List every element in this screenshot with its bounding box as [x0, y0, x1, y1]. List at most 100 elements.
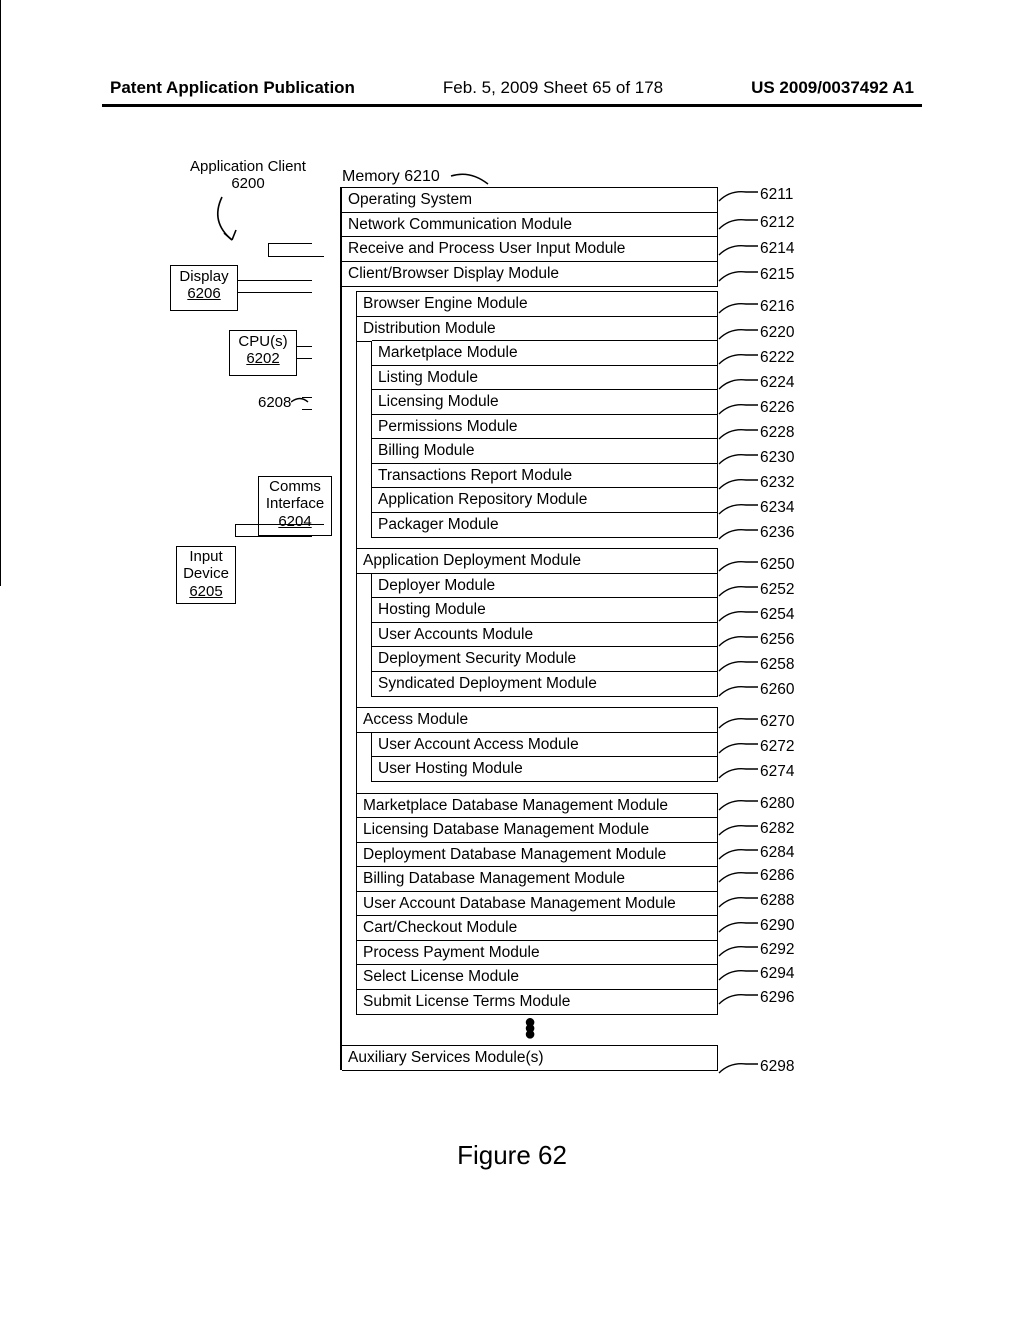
row-payment: Process Payment Module [357, 940, 718, 966]
row-lic-db: Licensing Database Management Module [357, 817, 718, 843]
row-userinput: Receive and Process User Input Module [342, 236, 718, 262]
ref-r6220: 6220 [760, 324, 794, 342]
ref-r6290: 6290 [760, 917, 794, 935]
header-center: Feb. 5, 2009 Sheet 65 of 178 [443, 78, 663, 98]
ref-r6252: 6252 [760, 581, 794, 599]
row-bill-db: Billing Database Management Module [357, 866, 718, 892]
ref-r6228: 6228 [760, 424, 794, 442]
row-distribution: Distribution Module [357, 316, 718, 342]
row-client-browser: Client/Browser Display Module [342, 261, 718, 287]
ref-r6272: 6272 [760, 738, 794, 756]
row-app-repo: Application Repository Module [372, 487, 718, 513]
display-label: Display [179, 268, 228, 285]
cpu-label: CPU(s) [238, 333, 287, 350]
ref-r6211: 6211 [760, 186, 793, 204]
ref-r6222: 6222 [760, 349, 794, 367]
bus-line [268, 243, 269, 256]
ref-r6258: 6258 [760, 656, 794, 674]
cpu-num: 6202 [246, 350, 279, 367]
ref-r6270: 6270 [760, 713, 794, 731]
bus-line [235, 524, 236, 536]
row-user-db: User Account Database Management Module [357, 891, 718, 917]
comms-num: 6204 [278, 513, 311, 530]
ref-r6230: 6230 [760, 449, 794, 467]
row-aux: Auxiliary Services Module(s) [342, 1045, 718, 1071]
connector [237, 280, 312, 281]
row-packager: Packager Module [372, 512, 718, 538]
header-rule [102, 104, 922, 107]
row-cart: Cart/Checkout Module [357, 915, 718, 941]
ref-r6298: 6298 [760, 1058, 794, 1076]
ref-r6226: 6226 [760, 399, 794, 417]
header-right: US 2009/0037492 A1 [751, 78, 914, 98]
ref-r6288: 6288 [760, 892, 794, 910]
input-num: 6205 [189, 583, 222, 600]
row-listing: Listing Module [372, 365, 718, 391]
row-deployer: Deployer Module [372, 573, 718, 599]
figure-caption: Figure 62 [0, 1140, 1024, 1171]
connector [296, 358, 312, 359]
input-l1: Input [189, 548, 222, 565]
ref-r6260: 6260 [760, 681, 794, 699]
connector [296, 346, 312, 347]
ref-r6214: 6214 [760, 240, 794, 258]
ref-r6296: 6296 [760, 989, 794, 1007]
row-permissions: Permissions Module [372, 414, 718, 440]
row-access: Access Module [357, 707, 718, 733]
bus-line [235, 524, 324, 525]
cpu-box: CPU(s) 6202 [229, 330, 297, 376]
bus-line [268, 256, 324, 257]
ref-r6232: 6232 [760, 474, 794, 492]
row-hosting: Hosting Module [372, 597, 718, 623]
row-transactions: Transactions Report Module [372, 463, 718, 489]
row-mkt-db: Marketplace Database Management Module [357, 793, 718, 819]
ref-r6286: 6286 [760, 867, 794, 885]
row-os: Operating System [342, 187, 718, 213]
comms-l1: Comms [269, 478, 321, 495]
memory-frame: Operating System Network Communication M… [340, 187, 718, 1070]
ref-r6250: 6250 [760, 556, 794, 574]
row-dep-db: Deployment Database Management Module [357, 842, 718, 868]
connector [302, 409, 312, 410]
memory-label: Memory 6210 [342, 168, 440, 186]
connector [302, 397, 312, 398]
app-client-num: 6200 [231, 175, 264, 192]
arrow-icon [202, 192, 262, 252]
input-l2: Device [183, 565, 229, 582]
row-submit-license: Submit License Terms Module [357, 989, 718, 1015]
ref-r6280: 6280 [760, 795, 794, 813]
ref-r6284: 6284 [760, 844, 794, 862]
ref-r6274: 6274 [760, 763, 794, 781]
row-user-account-access: User Account Access Module [372, 732, 718, 758]
row-deploy-security: Deployment Security Module [372, 646, 718, 672]
ref-r6294: 6294 [760, 965, 794, 983]
comms-box: Comms Interface 6204 [258, 476, 332, 536]
ref-r6256: 6256 [760, 631, 794, 649]
bus-line [0, 293, 1, 586]
row-user-accounts: User Accounts Module [372, 622, 718, 648]
bus-line [268, 243, 312, 244]
row-licensing: Licensing Module [372, 389, 718, 415]
ref-r6234: 6234 [760, 499, 794, 517]
bus-line [0, 0, 1, 293]
display-num: 6206 [187, 285, 220, 302]
ref-r6224: 6224 [760, 374, 794, 392]
app-client-text: Application Client [190, 158, 306, 175]
ref-r6236: 6236 [760, 524, 794, 542]
header-left: Patent Application Publication [110, 78, 355, 98]
ref-r6212: 6212 [760, 214, 794, 232]
ref-r6254: 6254 [760, 606, 794, 624]
display-box: Display 6206 [170, 265, 238, 311]
ref-r6282: 6282 [760, 820, 794, 838]
ref-r6292: 6292 [760, 941, 794, 959]
ellipsis-icon: ●●● [342, 1013, 718, 1045]
app-client-label: Application Client 6200 [183, 158, 313, 192]
row-marketplace: Marketplace Module [372, 340, 718, 366]
row-billing: Billing Module [372, 438, 718, 464]
connector [237, 292, 312, 293]
row-netcomm: Network Communication Module [342, 212, 718, 238]
row-syndicated: Syndicated Deployment Module [372, 671, 718, 697]
ref-r6216: 6216 [760, 298, 794, 316]
bus-line [235, 536, 312, 537]
comms-l2: Interface [266, 495, 324, 512]
